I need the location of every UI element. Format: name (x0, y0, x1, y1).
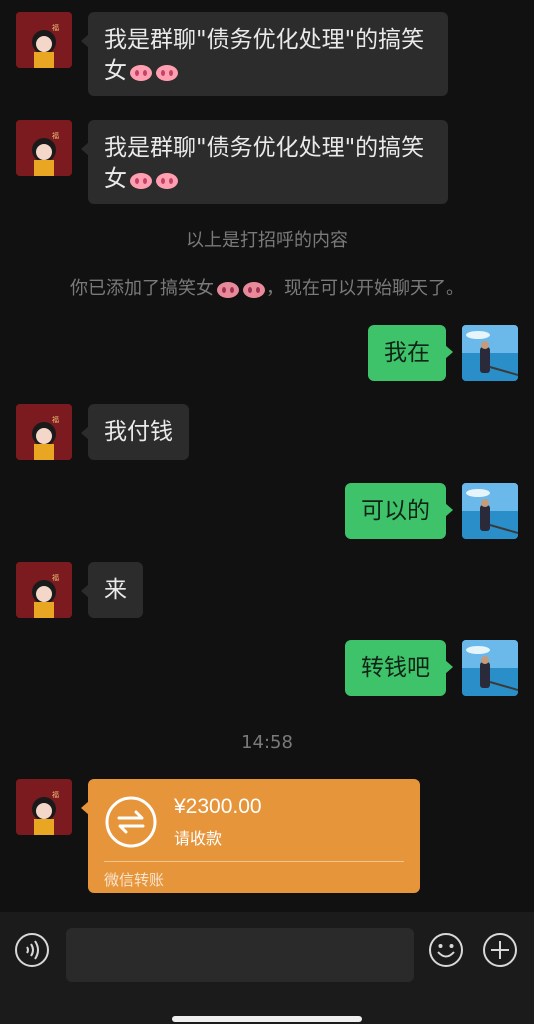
svg-text:福: 福 (52, 573, 59, 582)
system-message: 以上是打招呼的内容 (186, 230, 348, 251)
pig-nose-emoji-icon (129, 62, 153, 82)
message-text: 可以的 (361, 498, 430, 524)
contact-avatar[interactable]: 福 (16, 404, 72, 460)
contact-avatar[interactable]: 福 (16, 779, 72, 835)
divider (104, 861, 404, 862)
pig-nose-emoji-icon (155, 62, 179, 82)
input-bar (0, 912, 534, 1024)
contact-avatar[interactable]: 福 (16, 120, 72, 176)
message-bubble[interactable]: 我付钱 (81, 404, 189, 460)
message-text: 我在 (384, 340, 430, 366)
pig-nose-emoji-icon (216, 279, 240, 299)
pig-nose-emoji-icon (155, 170, 179, 190)
transfer-card[interactable]: ¥2300.00 请收款 微信转账 (81, 779, 420, 893)
message-bubble[interactable]: 来 (81, 562, 143, 618)
transfer-arrows-icon (104, 795, 158, 849)
contact-avatar[interactable]: 福 (16, 562, 72, 618)
message-bubble[interactable]: 我在 (368, 325, 453, 381)
svg-text:福: 福 (52, 415, 59, 424)
svg-text:福: 福 (52, 131, 59, 140)
transfer-footer: 微信转账 (104, 871, 165, 889)
message-bubble[interactable]: 转钱吧 (345, 640, 453, 696)
timestamp: 14:58 (241, 732, 293, 753)
message-text-line2: 女 (104, 56, 432, 86)
my-avatar[interactable] (462, 325, 518, 381)
message-bubble[interactable]: 可以的 (345, 483, 453, 539)
pig-nose-emoji-icon (242, 279, 266, 299)
message-text: 我是群聊"债务优化处理"的搞笑 (104, 27, 425, 53)
emoji-icon[interactable] (428, 932, 464, 968)
message-text: 我是群聊"债务优化处理"的搞笑 (104, 135, 425, 161)
home-indicator (172, 1016, 362, 1022)
svg-text:福: 福 (52, 790, 59, 799)
system-message-added: 你已添加了搞笑女 ，现在可以开始聊天了。 (70, 278, 464, 299)
plus-icon[interactable] (482, 932, 518, 968)
contact-avatar[interactable]: 福 (16, 12, 72, 68)
message-input[interactable] (66, 928, 414, 982)
transfer-status: 请收款 (174, 829, 223, 848)
message-text: 转钱吧 (361, 655, 430, 681)
message-bubble[interactable]: 我是群聊"债务优化处理"的搞笑 女 (81, 12, 448, 96)
voice-icon[interactable] (14, 932, 50, 968)
message-text-line2: 女 (104, 164, 432, 194)
message-text: 来 (104, 577, 127, 603)
svg-text:福: 福 (52, 23, 59, 32)
my-avatar[interactable] (462, 483, 518, 539)
pig-nose-emoji-icon (129, 170, 153, 190)
my-avatar[interactable] (462, 640, 518, 696)
message-text: 我付钱 (104, 419, 173, 445)
message-bubble[interactable]: 我是群聊"债务优化处理"的搞笑 女 (81, 120, 448, 204)
transfer-amount: ¥2300.00 (174, 795, 262, 818)
